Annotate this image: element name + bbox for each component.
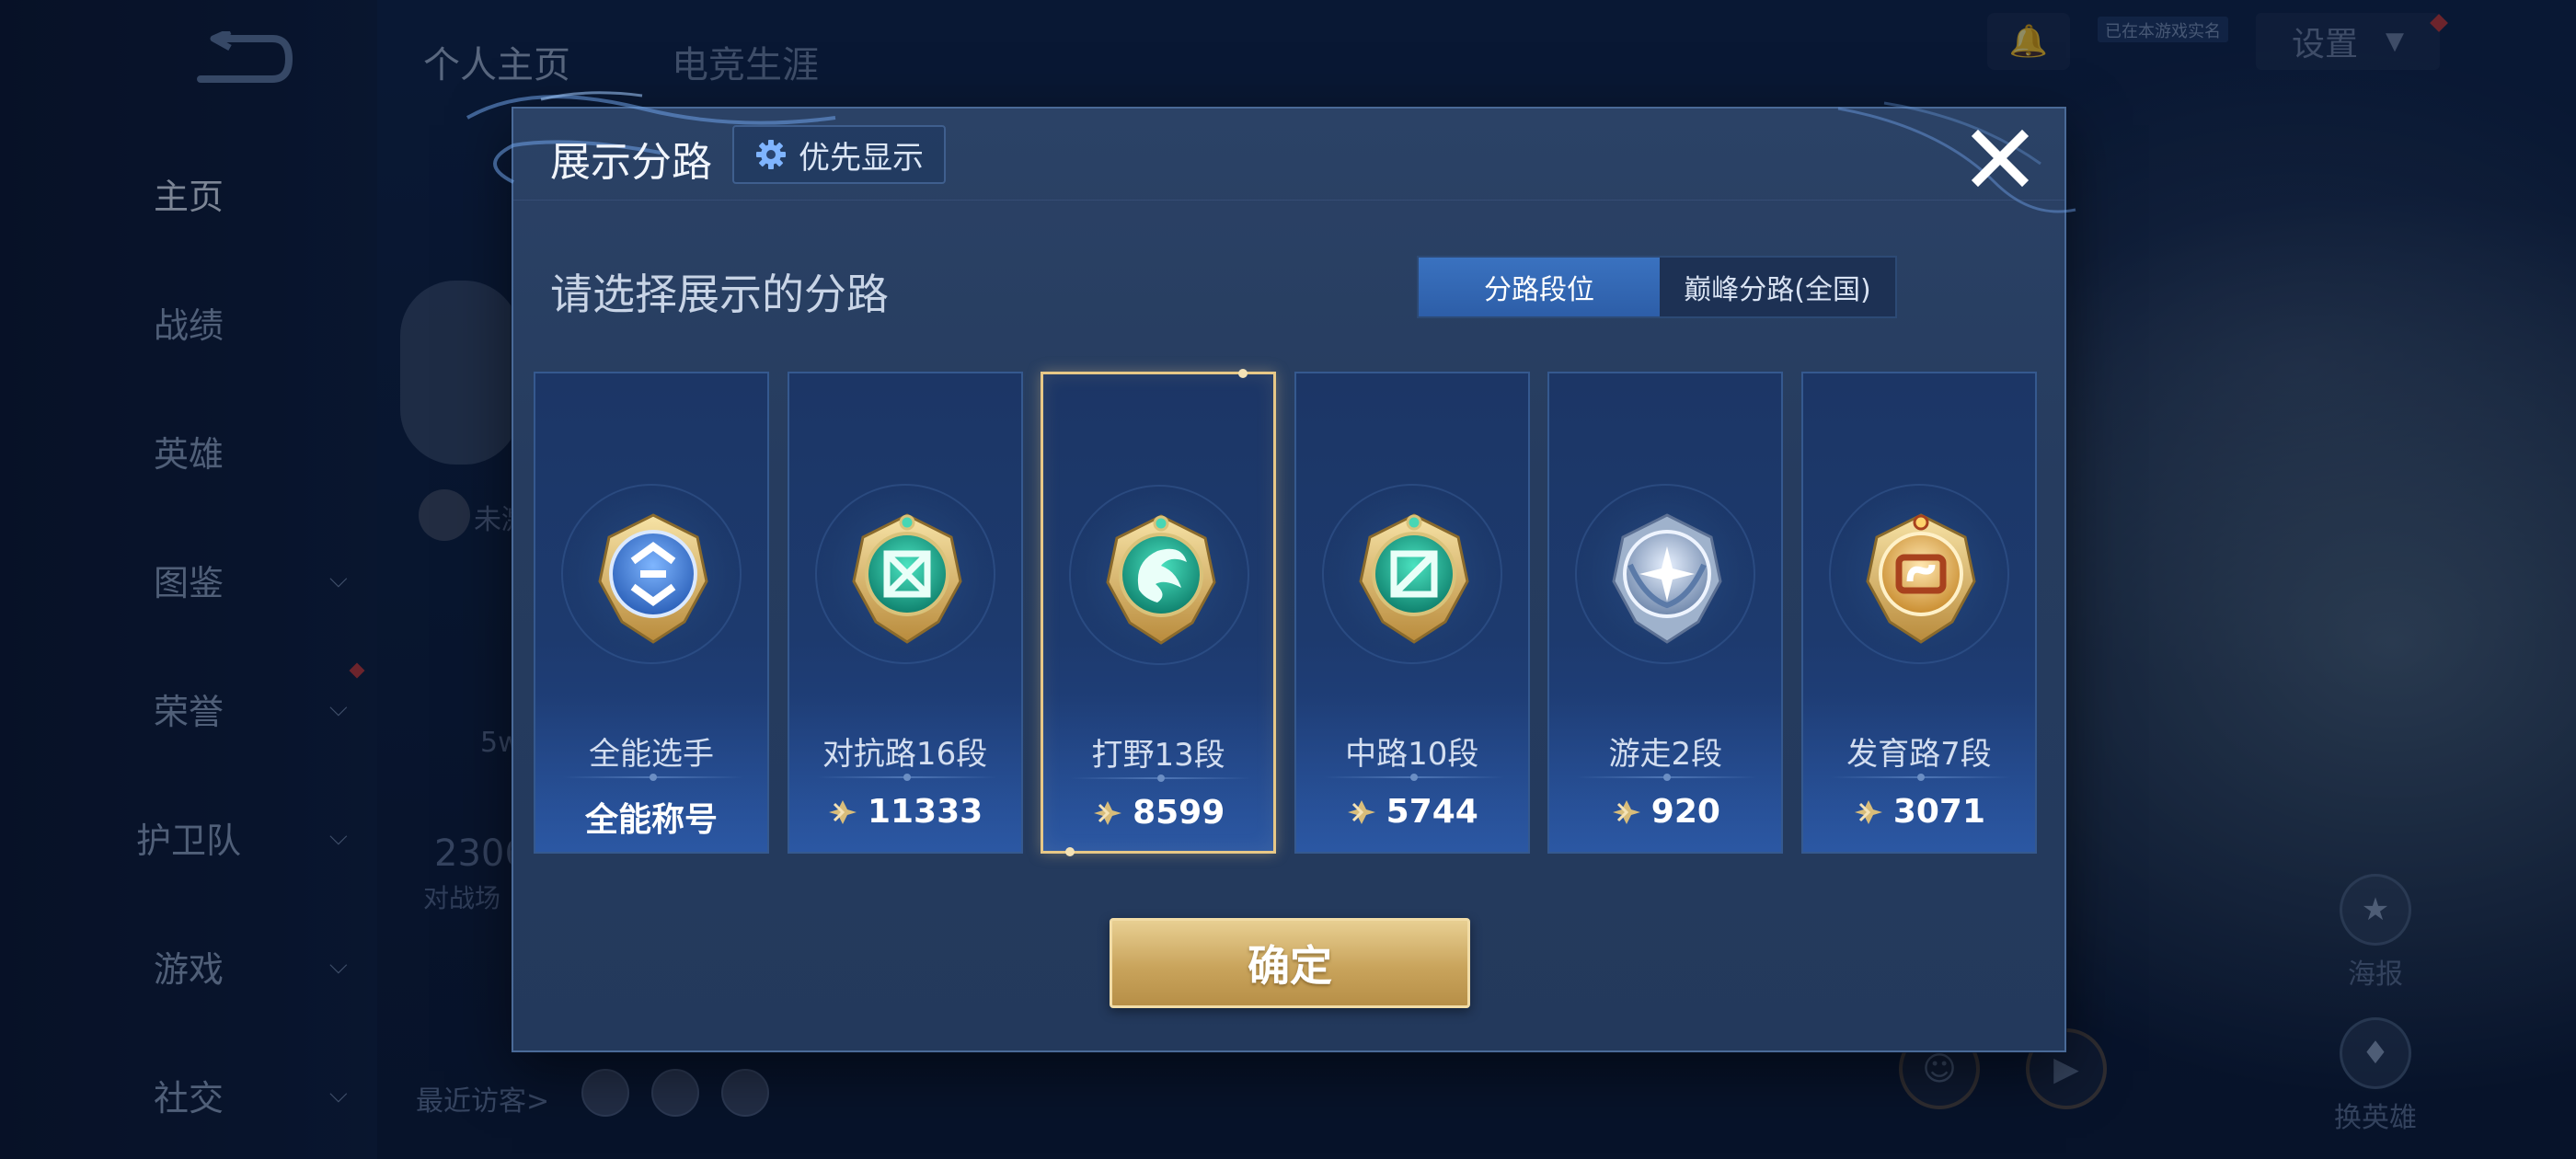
lane-score: 全能称号	[535, 793, 767, 841]
priority-display-label: 优先显示	[799, 139, 924, 177]
jungle-lane-badge-icon	[1106, 514, 1216, 645]
divider	[1577, 774, 1758, 781]
roam-lane-badge-icon	[1612, 513, 1722, 644]
dialog-header: 展示分路 优先显示	[513, 109, 2064, 201]
tab-peak-lane-national[interactable]: 巅峰分路(全国)	[1660, 258, 1895, 316]
points-icon	[1854, 799, 1882, 824]
divider	[816, 774, 997, 781]
lane-name: 发育路7段	[1846, 736, 1992, 773]
lane-score: 5744	[1296, 793, 1528, 831]
selection-corner-dot	[1238, 369, 1248, 378]
points-icon	[1094, 800, 1122, 825]
selection-corner-dot	[1065, 847, 1075, 856]
divider	[563, 774, 743, 781]
lane-score-value: 920	[1650, 793, 1720, 831]
lane-name: 游走2段	[1608, 736, 1723, 773]
lane-name: 打野13段	[1091, 737, 1225, 774]
lane-score: 920	[1549, 793, 1781, 831]
lane-score-value: 3071	[1892, 793, 1986, 831]
lane-card[interactable]: 游走2段 920	[1547, 372, 1784, 854]
close-button[interactable]	[1963, 121, 2037, 195]
divider	[1830, 774, 2011, 781]
clash-lane-badge-icon	[851, 513, 962, 644]
lane-score: 3071	[1803, 793, 2035, 831]
dialog-subtitle: 请选择展示的分路	[550, 270, 889, 319]
lane-card-list: 全能选手 全能称号 对抗路16段 11333 打野13段 8599 中路10段 5744 游走2…	[534, 369, 2048, 857]
lane-score: 8599	[1043, 794, 1273, 832]
close-icon	[1971, 129, 2030, 188]
farm-lane-badge-icon	[1866, 513, 1976, 644]
lane-name: 对抗路16段	[822, 736, 988, 773]
allround-lane-badge-icon	[598, 513, 708, 644]
tab-lane-rank[interactable]: 分路段位	[1419, 258, 1660, 316]
points-icon	[1347, 799, 1375, 824]
lane-name: 全能选手	[589, 736, 714, 773]
priority-display-button[interactable]: 优先显示	[732, 125, 946, 184]
lane-display-dialog: 展示分路 优先显示 请选择展示的分路 分路段位 巅峰分路(全国) 全能选手 全能…	[466, 91, 2076, 1052]
mid-lane-badge-icon	[1359, 513, 1469, 644]
points-icon	[1612, 799, 1640, 824]
lane-name: 中路10段	[1345, 736, 1479, 773]
gear-icon	[756, 140, 786, 169]
divider	[1323, 774, 1504, 781]
lane-card[interactable]: 打野13段 8599	[1041, 369, 1277, 856]
dialog-title: 展示分路	[550, 139, 712, 186]
confirm-button[interactable]: 确定	[1110, 918, 1470, 1008]
lane-score-value: 11333	[867, 793, 983, 831]
lane-card[interactable]: 发育路7段 3071	[1800, 372, 2037, 854]
lane-score-value: 全能称号	[584, 801, 718, 839]
segment-control: 分路段位 巅峰分路(全国)	[1417, 256, 1897, 318]
lane-card[interactable]: 对抗路16段 11333	[787, 372, 1023, 854]
lane-score-value: 5744	[1386, 793, 1478, 831]
lane-card[interactable]: 全能选手 全能称号	[534, 372, 769, 854]
lane-score-value: 8599	[1133, 794, 1225, 832]
points-icon	[828, 799, 857, 824]
lane-card[interactable]: 中路10段 5744	[1294, 372, 1530, 854]
lane-score: 11333	[789, 793, 1021, 831]
divider	[1071, 775, 1252, 782]
